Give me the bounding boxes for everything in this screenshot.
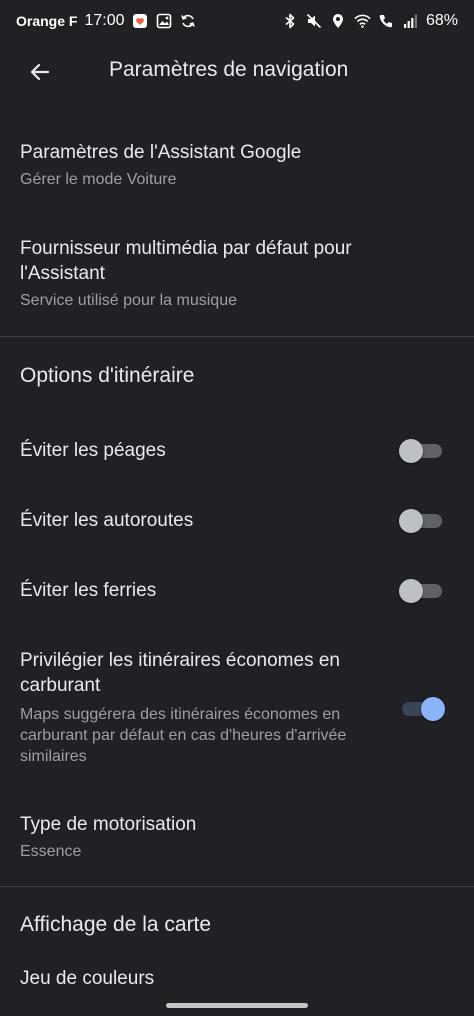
status-right: 68% — [282, 12, 458, 30]
page-title: Paramètres de navigation — [109, 58, 349, 81]
map-display-header: Affichage de la carte — [20, 913, 212, 936]
avoid-tolls-switch[interactable] — [399, 438, 442, 463]
notification-app-icon — [132, 13, 149, 30]
assistant-settings-subtitle: Gérer le mode Voiture — [20, 171, 177, 188]
location-icon — [330, 13, 347, 30]
battery-level: 68% — [425, 12, 458, 29]
switch-thumb — [399, 579, 423, 603]
mute-icon — [306, 13, 323, 30]
avoid-ferries-row[interactable]: Éviter les ferries — [20, 578, 454, 603]
fuel-efficient-description: Maps suggérera des itinéraires économes … — [20, 706, 347, 765]
engine-type-title: Type de motorisation — [20, 814, 197, 835]
media-provider-title: Fournisseur multimédia par défaut pour l… — [20, 238, 352, 284]
assistant-settings-item[interactable]: Paramètres de l'Assistant Google Gérer l… — [20, 140, 454, 190]
avoid-ferries-label: Éviter les ferries — [20, 580, 157, 601]
fuel-efficient-label: Privilégier les itinéraires économes en … — [20, 650, 340, 696]
color-scheme-item[interactable]: Jeu de couleurs — [20, 966, 454, 991]
switch-thumb — [421, 697, 445, 721]
engine-type-item[interactable]: Type de motorisation Essence — [20, 812, 454, 862]
assistant-settings-title: Paramètres de l'Assistant Google — [20, 142, 302, 163]
app-bar: Paramètres de navigation — [0, 42, 474, 102]
signal-icon — [402, 13, 419, 30]
carrier-label: Orange F — [16, 13, 78, 29]
avoid-tolls-label: Éviter les péages — [20, 440, 166, 461]
fuel-efficient-row[interactable]: Privilégier les itinéraires économes en … — [20, 648, 454, 767]
color-scheme-title: Jeu de couleurs — [20, 968, 155, 989]
media-provider-subtitle: Service utilisé pour la musique — [20, 292, 237, 309]
media-provider-item[interactable]: Fournisseur multimédia par défaut pour l… — [20, 236, 434, 311]
avoid-highways-switch[interactable] — [399, 508, 442, 533]
sync-icon — [180, 13, 197, 30]
divider — [0, 336, 474, 337]
home-indicator[interactable] — [166, 1003, 308, 1008]
route-options-header: Options d'itinéraire — [20, 364, 195, 387]
avoid-tolls-row[interactable]: Éviter les péages — [20, 438, 454, 463]
engine-type-value: Essence — [20, 843, 82, 860]
clock: 17:00 — [84, 12, 125, 29]
bluetooth-icon — [282, 13, 299, 30]
wifi-icon — [354, 13, 371, 30]
switch-thumb — [399, 439, 423, 463]
arrow-back-icon — [30, 63, 50, 81]
fuel-efficient-switch[interactable] — [402, 696, 445, 721]
back-button[interactable] — [24, 56, 56, 88]
avoid-ferries-switch[interactable] — [399, 578, 442, 603]
switch-thumb — [399, 509, 423, 533]
wifi-calling-icon — [378, 13, 395, 30]
avoid-highways-label: Éviter les autoroutes — [20, 510, 194, 531]
avoid-highways-row[interactable]: Éviter les autoroutes — [20, 508, 454, 533]
divider — [0, 886, 474, 887]
status-left: Orange F 17:00 — [16, 12, 197, 30]
status-bar: Orange F 17:00 68% — [0, 0, 474, 42]
gallery-icon — [156, 13, 173, 30]
